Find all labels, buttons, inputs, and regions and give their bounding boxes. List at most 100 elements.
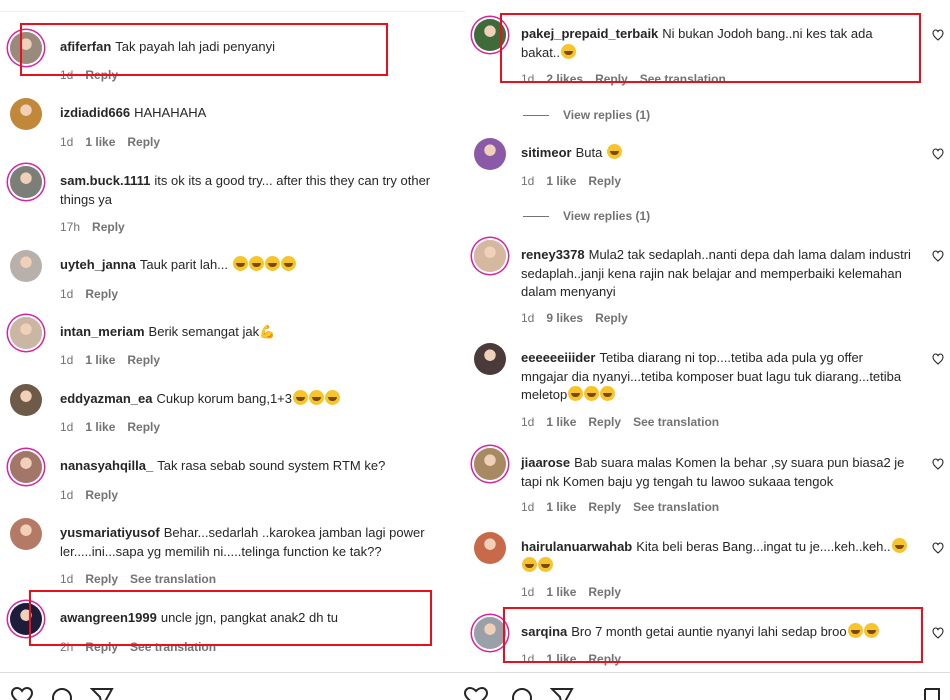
laughing-emoji-icon xyxy=(891,538,907,553)
view-replies-button[interactable]: View replies (1) xyxy=(523,108,650,122)
comment-username[interactable]: yusmariatiyusof xyxy=(60,525,160,540)
reply-button[interactable]: Reply xyxy=(588,652,621,666)
reply-button[interactable]: Reply xyxy=(85,68,118,82)
comment-body: HAHAHAHA xyxy=(134,105,207,120)
view-replies-label: View replies (1) xyxy=(563,108,651,122)
comment-likes[interactable]: 1 like xyxy=(546,652,576,666)
like-heart-icon[interactable] xyxy=(932,458,944,470)
see-translation-link[interactable]: See translation xyxy=(633,415,719,429)
avatar[interactable] xyxy=(474,138,506,170)
comment-username[interactable]: eeeeeeiiider xyxy=(521,350,595,365)
comment-text: afiferfan Tak payah lah jadi penyanyi xyxy=(60,38,390,57)
avatar[interactable] xyxy=(474,240,506,272)
laughing-emoji-icon xyxy=(538,556,553,572)
reply-button[interactable]: Reply xyxy=(588,500,621,514)
like-heart-icon[interactable] xyxy=(932,627,944,639)
bookmark-icon[interactable] xyxy=(922,687,942,700)
like-heart-icon[interactable] xyxy=(932,29,944,41)
comment-likes[interactable]: 1 like xyxy=(546,500,576,514)
send-icon[interactable] xyxy=(90,687,114,700)
reply-button[interactable]: Reply xyxy=(85,488,118,502)
comment-body: Berik semangat jak💪 xyxy=(148,324,276,339)
comment-icon[interactable] xyxy=(50,687,74,700)
avatar[interactable] xyxy=(10,250,42,282)
see-translation-link[interactable]: See translation xyxy=(130,572,216,586)
reply-button[interactable]: Reply xyxy=(85,572,118,586)
comment-likes[interactable]: 1 like xyxy=(85,353,115,367)
comment-username[interactable]: reney3378 xyxy=(521,247,585,262)
comment-timestamp: 1d xyxy=(60,420,74,434)
avatar[interactable] xyxy=(10,451,42,483)
comment-username[interactable]: afiferfan xyxy=(60,39,111,54)
comment-username[interactable]: intan_meriam xyxy=(60,324,145,339)
comment-likes[interactable]: 9 likes xyxy=(546,311,583,325)
comment-text: awangreen1999 uncle jgn, pangkat anak2 dh… xyxy=(60,609,390,628)
comment-username[interactable]: eddyazman_ea xyxy=(60,391,153,406)
see-translation-link[interactable]: See translation xyxy=(640,72,726,86)
comment-username[interactable]: jiaarose xyxy=(521,455,570,470)
heart-icon-right[interactable] xyxy=(462,687,490,700)
comment-timestamp: 1d xyxy=(521,311,535,325)
like-heart-icon[interactable] xyxy=(932,353,944,365)
reply-button[interactable]: Reply xyxy=(588,585,621,599)
reply-button[interactable]: Reply xyxy=(92,220,125,234)
like-heart-icon[interactable] xyxy=(932,542,944,554)
reply-button[interactable]: Reply xyxy=(588,174,621,188)
avatar[interactable] xyxy=(10,98,42,130)
reply-button[interactable]: Reply xyxy=(85,640,118,654)
see-translation-link[interactable]: See translation xyxy=(633,500,719,514)
comment-username[interactable]: pakej_prepaid_terbaik xyxy=(521,26,658,41)
reply-button[interactable]: Reply xyxy=(595,72,628,86)
avatar[interactable] xyxy=(10,518,42,550)
comment-meta: 1d 1 like Reply xyxy=(521,174,621,188)
comment-likes[interactable]: 1 like xyxy=(85,135,115,149)
comment-username[interactable]: sarqina xyxy=(521,624,567,639)
comment-body: Buta xyxy=(575,145,606,160)
avatar[interactable] xyxy=(474,617,506,649)
avatar[interactable] xyxy=(10,166,42,198)
avatar[interactable] xyxy=(474,19,506,51)
comment-meta: 1d Reply xyxy=(60,287,118,301)
view-replies-button[interactable]: View replies (1) xyxy=(523,209,650,223)
comment-username[interactable]: hairulanuarwahab xyxy=(521,539,632,554)
like-heart-icon[interactable] xyxy=(932,148,944,160)
comment-body: Cukup korum bang,1+3 xyxy=(156,391,293,406)
avatar[interactable] xyxy=(474,343,506,375)
reply-button[interactable]: Reply xyxy=(588,415,621,429)
like-heart-icon[interactable] xyxy=(932,250,944,262)
heart-icon[interactable] xyxy=(10,687,34,700)
avatar[interactable] xyxy=(10,32,42,64)
see-translation-link[interactable]: See translation xyxy=(130,640,216,654)
comment-icon-right[interactable] xyxy=(510,687,534,700)
comment-likes[interactable]: 1 like xyxy=(546,585,576,599)
avatar[interactable] xyxy=(10,317,42,349)
avatar[interactable] xyxy=(474,448,506,480)
comment-username[interactable]: awangreen1999 xyxy=(60,610,157,625)
comment-likes[interactable]: 2 likes xyxy=(546,72,583,86)
laughing-emoji-icon xyxy=(309,390,325,405)
avatar[interactable] xyxy=(10,384,42,416)
comment-username[interactable]: nanasyahqilla_ xyxy=(60,458,153,473)
view-replies-label: View replies (1) xyxy=(563,209,651,223)
comment-likes[interactable]: 1 like xyxy=(85,420,115,434)
reply-button[interactable]: Reply xyxy=(85,287,118,301)
comment-timestamp: 1d xyxy=(521,652,535,666)
comment-username[interactable]: sitimeor xyxy=(521,145,572,160)
reply-button[interactable]: Reply xyxy=(127,135,160,149)
reply-button[interactable]: Reply xyxy=(595,311,628,325)
reply-button[interactable]: Reply xyxy=(127,353,160,367)
comment-username[interactable]: izdiadid666 xyxy=(60,105,130,120)
comment-likes[interactable]: 1 like xyxy=(546,174,576,188)
comment-timestamp: 1d xyxy=(60,68,74,82)
comment-username[interactable]: sam.buck.1111 xyxy=(60,173,150,188)
avatar[interactable] xyxy=(474,532,506,564)
comment-username[interactable]: uyteh_janna xyxy=(60,257,136,272)
laughing-emoji-icon xyxy=(248,256,264,271)
send-icon-right[interactable] xyxy=(550,687,574,700)
reply-button[interactable]: Reply xyxy=(127,420,160,434)
avatar[interactable] xyxy=(10,603,42,635)
comment-meta: 1d Reply xyxy=(60,488,118,502)
laughing-emoji-icon xyxy=(264,256,280,271)
comment-meta: 1d Reply xyxy=(60,68,118,82)
comment-likes[interactable]: 1 like xyxy=(546,415,576,429)
